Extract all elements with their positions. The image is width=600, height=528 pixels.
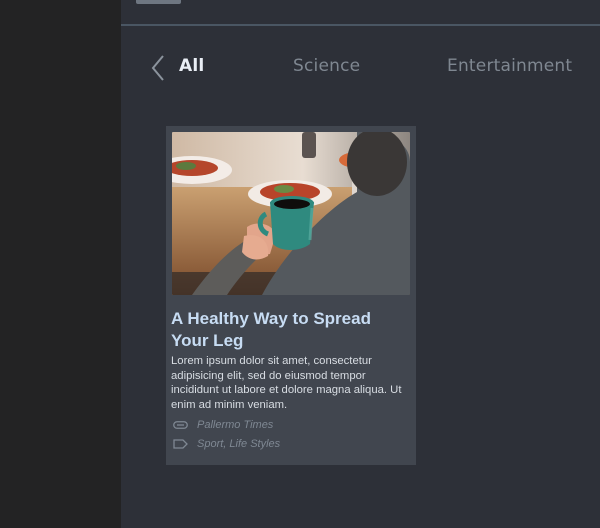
top-bar [121,0,600,26]
tab-entertainment[interactable]: Entertainment [447,56,572,76]
tab-all[interactable]: All [179,56,204,76]
article-source[interactable]: Pallermo Times [197,419,273,431]
tab-science[interactable]: Science [293,56,360,76]
article-tags-row: Sport, Life Styles [173,436,280,452]
main-panel: All Science Entertainment A Healthy Way … [121,0,600,528]
back-chevron-icon[interactable] [149,54,169,82]
article-title[interactable]: A Healthy Way to Spread Your Leg [171,308,409,352]
article-tags[interactable]: Sport, Life Styles [197,438,280,450]
link-icon [173,421,188,429]
article-description: Lorem ipsum dolor sit amet, consectetur … [171,355,402,411]
article-card[interactable]: A Healthy Way to Spread Your Leg Lorem i… [166,126,416,465]
article-source-row: Pallermo Times [173,417,273,433]
article-image[interactable] [172,132,410,295]
tag-icon [173,439,188,449]
top-tab-handle[interactable] [136,0,181,4]
left-sidebar [0,0,121,528]
category-nav: All Science Entertainment [121,50,600,86]
